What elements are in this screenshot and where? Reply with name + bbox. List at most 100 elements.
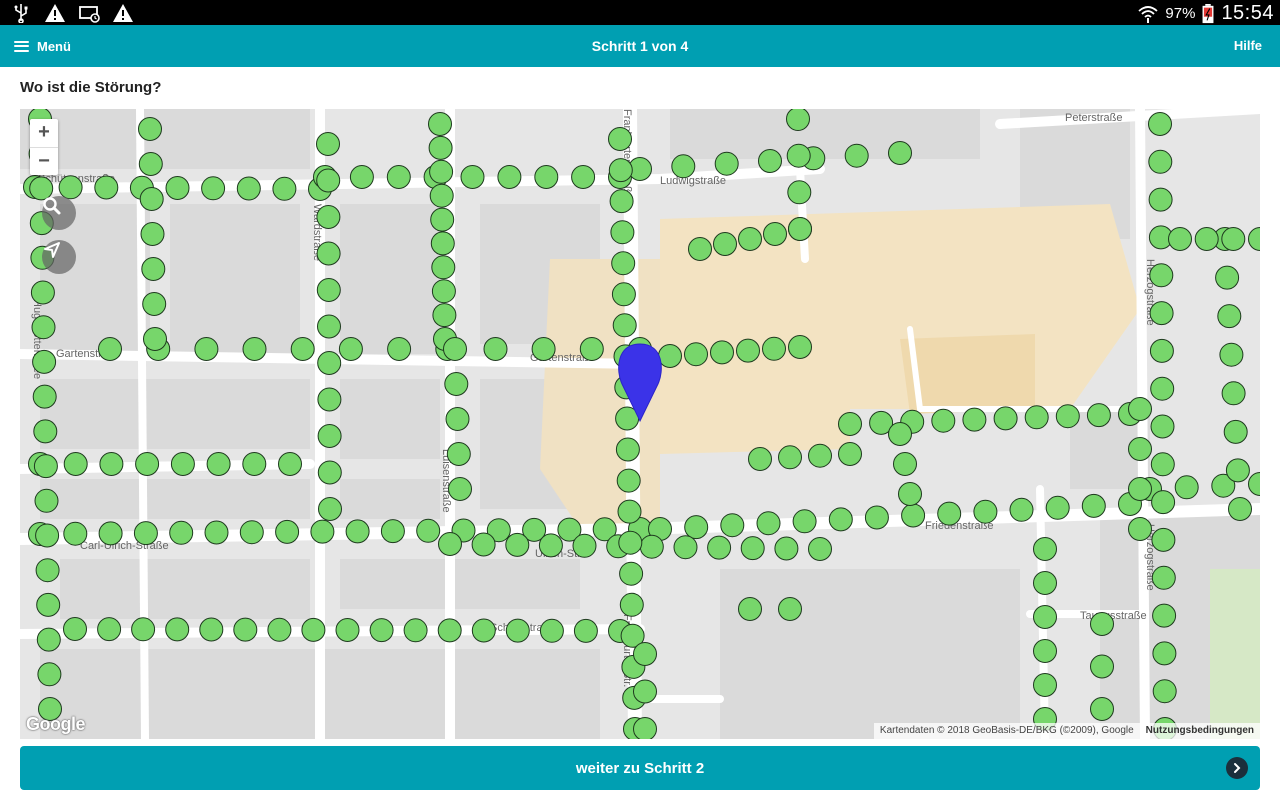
map-point[interactable]: [838, 412, 862, 436]
map-point[interactable]: [204, 520, 229, 545]
map-view[interactable]: Peterstraße Schützenstraße Wardstraße Hu…: [20, 109, 1260, 739]
map-point[interactable]: [316, 168, 341, 193]
map-point[interactable]: [1194, 227, 1219, 251]
map-point[interactable]: [778, 445, 802, 470]
map-point[interactable]: [1128, 517, 1152, 541]
map-point[interactable]: [618, 530, 643, 555]
map-point[interactable]: [1149, 263, 1174, 288]
map-point[interactable]: [608, 158, 633, 183]
menu-button[interactable]: Menü: [14, 25, 71, 67]
map-point[interactable]: [1081, 493, 1106, 518]
map-point[interactable]: [142, 292, 167, 316]
map-point[interactable]: [445, 407, 470, 431]
map-point[interactable]: [633, 717, 657, 740]
map-point[interactable]: [233, 617, 258, 642]
map-point[interactable]: [290, 337, 315, 361]
map-point[interactable]: [610, 220, 635, 245]
map-point[interactable]: [720, 513, 745, 538]
map-point[interactable]: [748, 447, 772, 471]
map-point[interactable]: [1148, 149, 1173, 174]
map-point[interactable]: [1128, 477, 1152, 501]
map-point[interactable]: [738, 227, 762, 251]
map-point[interactable]: [1228, 497, 1252, 521]
map-point[interactable]: [993, 406, 1018, 431]
map-point[interactable]: [1168, 227, 1192, 251]
map-point[interactable]: [808, 443, 832, 468]
map-point[interactable]: [316, 278, 341, 302]
map-point[interactable]: [33, 419, 58, 444]
map-point[interactable]: [317, 351, 342, 375]
map-point[interactable]: [58, 175, 83, 200]
map-point[interactable]: [1033, 571, 1057, 595]
map-point[interactable]: [30, 280, 55, 305]
map-point[interactable]: [758, 149, 782, 173]
map-point[interactable]: [1149, 301, 1174, 326]
map-point[interactable]: [1009, 497, 1034, 522]
map-point[interactable]: [310, 519, 335, 544]
map-point[interactable]: [335, 618, 360, 642]
map-point[interactable]: [616, 468, 641, 493]
map-point[interactable]: [317, 460, 342, 485]
map-point[interactable]: [316, 205, 341, 229]
map-point[interactable]: [658, 344, 682, 368]
map-point[interactable]: [446, 442, 471, 466]
map-point[interactable]: [1024, 405, 1049, 430]
map-point[interactable]: [1033, 639, 1057, 663]
map-point[interactable]: [1151, 490, 1176, 515]
map-point[interactable]: [338, 337, 363, 361]
map-point[interactable]: [609, 189, 634, 214]
map-point[interactable]: [317, 424, 342, 448]
map-point[interactable]: [369, 618, 394, 643]
map-point[interactable]: [429, 183, 454, 208]
map-point[interactable]: [437, 618, 462, 643]
map-point[interactable]: [714, 151, 739, 176]
map-point[interactable]: [317, 387, 342, 412]
map-point[interactable]: [1152, 603, 1177, 628]
map-point[interactable]: [316, 132, 340, 156]
map-point[interactable]: [633, 679, 657, 704]
map-point[interactable]: [611, 251, 636, 276]
map-point[interactable]: [317, 314, 341, 339]
map-point[interactable]: [34, 488, 59, 513]
map-point[interactable]: [98, 337, 122, 361]
map-point[interactable]: [387, 337, 412, 361]
map-point[interactable]: [611, 282, 636, 307]
map-point[interactable]: [808, 537, 832, 561]
map-point[interactable]: [416, 518, 441, 543]
map-point[interactable]: [573, 618, 598, 643]
map-point[interactable]: [94, 175, 119, 200]
map-point[interactable]: [763, 222, 787, 246]
map-point[interactable]: [32, 384, 57, 409]
map-point[interactable]: [864, 505, 889, 530]
map-point[interactable]: [483, 337, 508, 361]
map-point[interactable]: [505, 618, 530, 643]
map-point[interactable]: [99, 452, 124, 476]
map-point[interactable]: [443, 337, 467, 361]
map-point[interactable]: [893, 452, 917, 476]
map-point[interactable]: [612, 313, 637, 338]
map-point[interactable]: [131, 617, 156, 642]
map-point[interactable]: [1174, 475, 1199, 500]
map-point[interactable]: [31, 315, 56, 340]
map-point[interactable]: [786, 109, 810, 131]
map-point[interactable]: [1128, 397, 1152, 421]
map-point[interactable]: [619, 561, 644, 586]
map-point[interactable]: [1225, 458, 1250, 483]
map-point[interactable]: [1090, 612, 1114, 636]
map-point[interactable]: [1090, 697, 1114, 721]
map-point[interactable]: [63, 521, 88, 546]
map-point[interactable]: [937, 501, 962, 526]
map-point[interactable]: [430, 231, 455, 256]
map-point[interactable]: [272, 176, 297, 201]
my-location-button[interactable]: [42, 240, 76, 274]
map-point[interactable]: [1221, 227, 1246, 251]
map-point[interactable]: [1045, 495, 1070, 520]
map-point[interactable]: [1033, 537, 1057, 561]
map-point[interactable]: [571, 165, 596, 189]
map-point[interactable]: [318, 497, 342, 521]
map-point[interactable]: [98, 521, 123, 546]
map-point[interactable]: [671, 154, 696, 179]
map-point[interactable]: [236, 176, 261, 201]
map-point[interactable]: [140, 222, 165, 246]
map-point[interactable]: [673, 535, 698, 560]
